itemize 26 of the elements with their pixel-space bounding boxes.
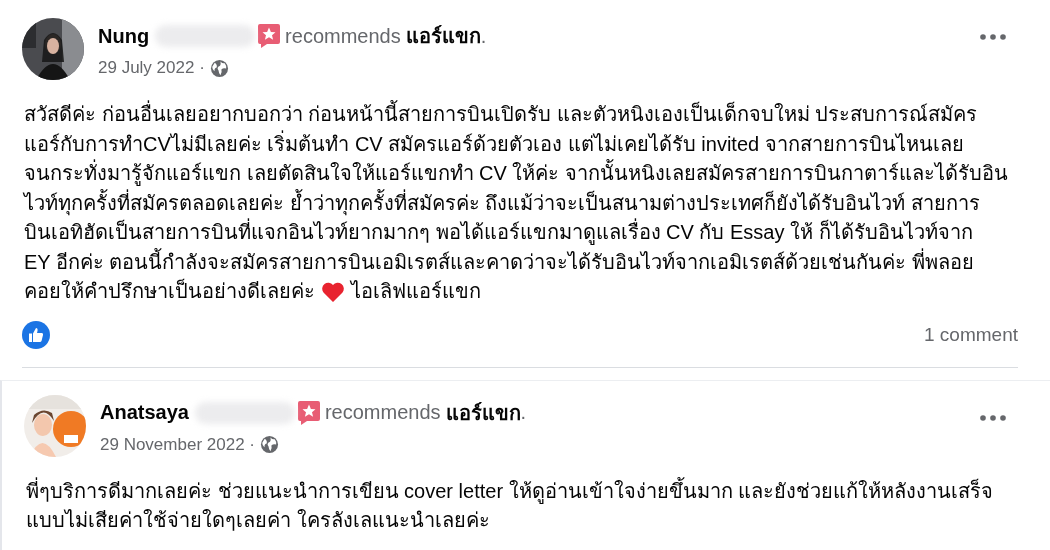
post-text-line: บินเอทิฮัดเป็นสายการบินที่แจกอินไวท์ยากมากๆ พอได้แอร์แขกมาดูแลเรื่อง CV กับ Essay ให้ ก็ได้รับอินไวท์จาก (24, 218, 973, 248)
comment-count[interactable]: 1 comment (924, 323, 1018, 346)
like-icon (22, 320, 50, 349)
page-name[interactable]: แอร์แขก (405, 20, 481, 52)
globe-icon (260, 435, 279, 454)
recommend-icon (296, 399, 321, 426)
period: . (480, 24, 487, 48)
action-text: recommends (285, 24, 401, 48)
post-text-line: ไอเลิฟแอร์แขก (351, 279, 481, 304)
post-date[interactable]: 29 November 2022 · (100, 434, 255, 455)
recommend-icon (257, 23, 282, 49)
globe-icon (209, 58, 229, 78)
post-date[interactable]: 29 July 2022 · (98, 58, 205, 78)
action-text: recommends (324, 401, 441, 424)
post-text-line: คอยให้คำปรึกษาเป็นอย่างดีเลยค่ะ (24, 277, 315, 304)
author-name[interactable]: Nung (98, 24, 150, 48)
post-text-line: จนกระทั่งมารู้จักแอร์แขก เลยตัดสินใจให้แอร์แขกทำ CV ให้ค่ะ จากนั้นหนิงเลยสมัครสายการบินกาตาร์และได้รับอิน (24, 159, 1008, 189)
post-text-line: สวัสดีค่ะ ก่อนอื่นเลยอยากบอกว่า ก่อนหน้านี้สายการบินเปิดรับ และตัวหนิงเองเป็นเด็กจบใหม่ ประสบการณ์สมัคร (24, 100, 978, 130)
author-name[interactable]: Anatsaya (100, 401, 189, 424)
post-text-line: EY อีกค่ะ ตอนนี้กำลังจะสมัครสายการบินเอมิเรตส์และคาดว่าจะได้รับอินไวท์จากเอมิเรตส์ด้วยเช่นกันค่ะ พี่พลอย (24, 247, 974, 275)
post-text-line: ไวท์ทุกครั้งที่สมัครตลอดเลยค่ะ ย้ำว่าทุกครั้งที่สมัครค่ะ ถึงแม้ว่าจะเป็นสนามต่างประเทศก็ยังได้รับอินไวท์ สายการ (24, 188, 980, 218)
post-text-line: พี่ๆบริการดีมากเลยค่ะ ช่วยแนะนำการเขียน cover letter ให้ดูอ่านเข้าใจง่ายขึ้นมาก และยังช่วยแก้ให้หลังงานเสร็จ (26, 476, 994, 506)
page-name[interactable]: แอร์แขก (445, 396, 521, 429)
period: . (520, 401, 527, 424)
post-text-line: แบบไม่เสียค่าใช้จ่ายใดๆเลยค่า ใครลังเลแนะนำเลยค่ะ (26, 508, 490, 533)
post-text-line: แอร์กับการทำCVไม่มีเลยค่ะ เริ่มต้นทำ CV สมัครแอร์ด้วยตัวเอง แต่ไม่เคยได้รับ invited จากสายการบินไหนเลย (24, 129, 964, 157)
